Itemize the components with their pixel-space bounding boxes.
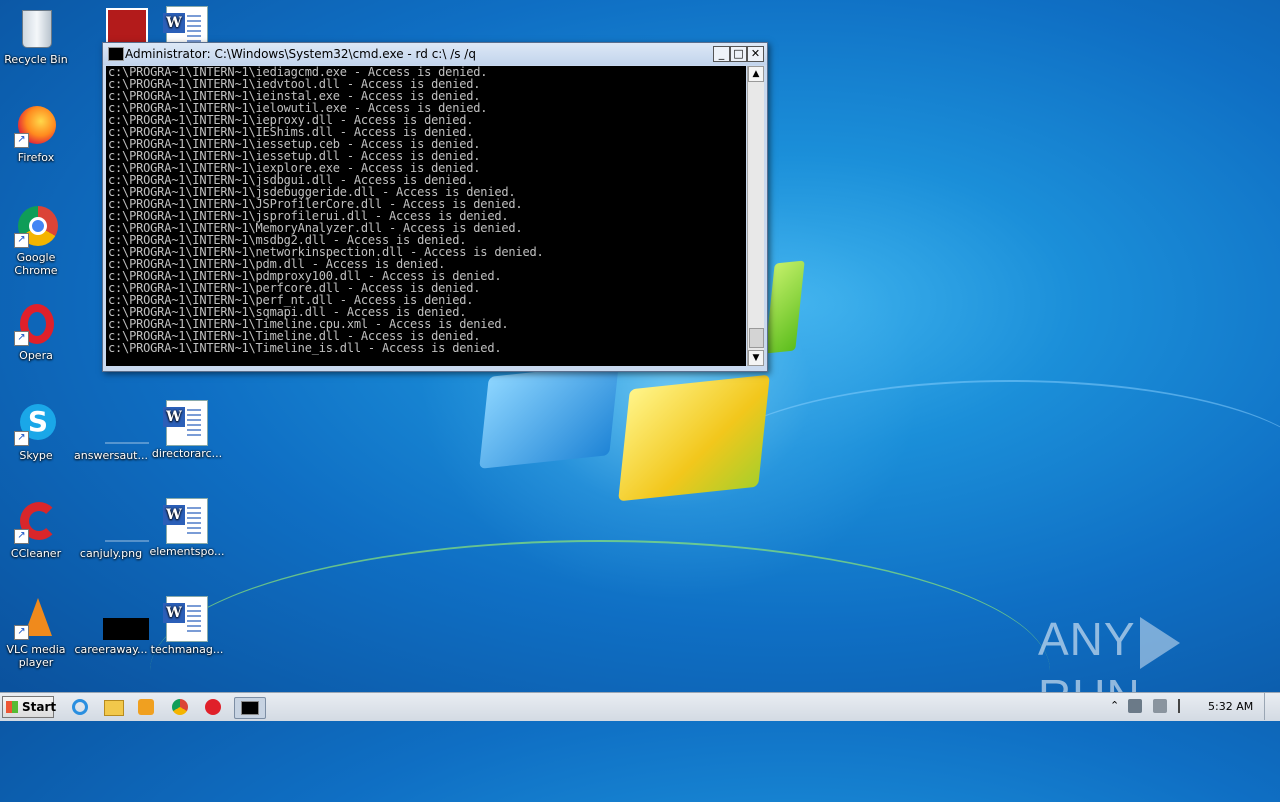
shortcut-arrow-icon: ↗ [14, 625, 29, 640]
internet-explorer-icon[interactable] [68, 697, 92, 717]
vlc-cone-icon: ↗ [14, 596, 58, 640]
image-file-icon [89, 500, 149, 544]
desktop-icon-elementspo[interactable]: elementspo... [149, 498, 225, 558]
desktop-icon-label: Recycle Bin [4, 53, 68, 66]
desktop-icon-label: VLC media player [6, 643, 66, 669]
firefox-icon: ↗ [14, 104, 58, 148]
scroll-down-arrow-icon[interactable]: ▼ [748, 350, 764, 366]
start-label: Start [22, 700, 57, 714]
show-desktop-button[interactable] [1264, 693, 1279, 720]
windows-logo-blue-pane [479, 363, 619, 469]
watermark-left-text: ANY [1038, 613, 1136, 665]
desktop-icon-vlc[interactable]: ↗ VLC media player [0, 596, 74, 669]
desktop-icon-ccleaner[interactable]: ↗ CCleaner [0, 500, 74, 560]
media-player-icon[interactable] [134, 697, 158, 717]
shortcut-arrow-icon: ↗ [14, 331, 29, 346]
desktop-icon-label: Skype [19, 449, 53, 462]
explorer-folder-icon[interactable] [101, 697, 125, 717]
recycle-bin-icon [14, 6, 58, 50]
windows-flag-icon [6, 701, 18, 713]
wallpaper-swoosh [150, 540, 1050, 802]
start-button[interactable]: Start [2, 696, 57, 718]
image-file-icon [89, 596, 149, 640]
play-triangle-icon [1139, 616, 1180, 669]
desktop-icon-techmanag[interactable]: techmanag... [149, 596, 225, 656]
clock[interactable]: 5:32 AM [1208, 700, 1253, 713]
windows-logo-yellow-pane [618, 374, 770, 502]
opera-icon: ↗ [14, 302, 58, 346]
word-document-icon [163, 596, 209, 642]
shortcut-arrow-icon: ↗ [14, 133, 29, 148]
desktop-icon-label: directorarc... [151, 447, 223, 460]
desktop-icon-opera[interactable]: ↗ Opera [0, 302, 74, 362]
desktop-icon-label: techmanag... [150, 643, 224, 656]
word-document-icon [163, 400, 209, 446]
console-output[interactable]: c:\PROGRA~1\INTERN~1\iediagcmd.exe - Acc… [106, 66, 746, 366]
desktop-icon-label: canjuly.png [79, 547, 143, 560]
desktop-icon-label: elementspo... [149, 545, 225, 558]
desktop-icon-label: answersaut... [74, 449, 148, 462]
desktop-icon-canjuly[interactable]: canjuly.png [73, 500, 149, 560]
shortcut-arrow-icon: ↗ [14, 431, 29, 446]
skype-icon: S ↗ [14, 402, 58, 446]
desktop-icon-label: Firefox [17, 151, 55, 164]
desktop-icon-firefox[interactable]: ↗ Firefox [0, 104, 74, 164]
desktop-icon-skype[interactable]: S ↗ Skype [0, 402, 74, 462]
desktop-icon-google-chrome[interactable]: ↗ Google Chrome [0, 204, 74, 277]
desktop-icon-label: Opera [19, 349, 53, 362]
cmd-window-title: Administrator: C:\Windows\System32\cmd.e… [125, 47, 476, 61]
desktop-icon-label: Google Chrome [14, 251, 58, 277]
scroll-up-arrow-icon[interactable]: ▲ [748, 66, 764, 82]
desktop-icon-directorarc[interactable]: directorarc... [149, 400, 225, 460]
scroll-thumb[interactable] [749, 328, 764, 348]
chrome-icon: ↗ [14, 204, 58, 248]
taskbar: Start ⌃ 5:32 AM [0, 692, 1280, 721]
chrome-taskbar-icon[interactable] [168, 697, 192, 717]
desktop-icon-answersaut[interactable]: answersaut... [73, 402, 149, 462]
console-line: c:\PROGRA~1\INTERN~1\Timeline_is.dll - A… [108, 341, 502, 355]
file-icon [89, 402, 149, 446]
cmd-taskbar-button[interactable] [234, 697, 266, 719]
tray-chevron-icon[interactable]: ⌃ [1110, 699, 1119, 712]
shortcut-arrow-icon: ↗ [14, 233, 29, 248]
desktop-icon-label: careeraway... [74, 643, 148, 656]
ccleaner-icon: ↗ [14, 500, 58, 544]
desktop-icon-recycle-bin[interactable]: Recycle Bin [0, 6, 74, 66]
vertical-scrollbar[interactable]: ▲ ▼ [747, 66, 764, 366]
close-button[interactable]: ✕ [747, 46, 764, 62]
network-flag-icon[interactable] [1178, 699, 1192, 713]
cmd-title-bar[interactable]: Administrator: C:\Windows\System32\cmd.e… [103, 43, 767, 65]
desktop-icon-label: CCleaner [10, 547, 62, 560]
word-document-icon [163, 498, 209, 544]
action-center-icon[interactable] [1128, 699, 1142, 713]
cmd-window[interactable]: Administrator: C:\Windows\System32\cmd.e… [102, 42, 768, 372]
volume-icon[interactable] [1153, 699, 1167, 713]
maximize-button[interactable]: □ [730, 46, 747, 62]
shortcut-arrow-icon: ↗ [14, 529, 29, 544]
opera-taskbar-icon[interactable] [201, 697, 225, 717]
cmd-window-icon [108, 47, 124, 61]
desktop-icon-careeraway[interactable]: careeraway... [73, 596, 149, 656]
minimize-button[interactable]: _ [713, 46, 730, 62]
